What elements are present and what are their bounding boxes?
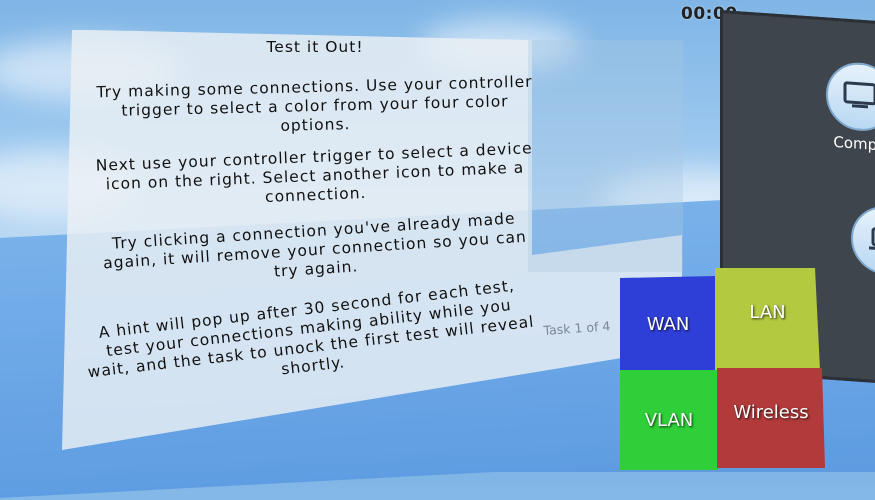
- instructions-title: Test it Out!: [266, 38, 364, 56]
- connection-type-palette: WAN LAN VLAN Wireless: [620, 268, 825, 470]
- connection-lan-button[interactable]: LAN: [715, 268, 820, 370]
- connection-label: WAN: [646, 313, 690, 335]
- computer-icon[interactable]: [826, 60, 875, 134]
- laptop-icon[interactable]: [851, 204, 875, 277]
- connection-wan-button[interactable]: WAN: [620, 276, 716, 372]
- instruction-panel-shade: [528, 40, 683, 272]
- device-computer[interactable]: Compu: [826, 60, 875, 155]
- device-laptop[interactable]: La: [851, 204, 875, 299]
- device-label: Compu: [833, 132, 875, 155]
- connection-label: VLAN: [644, 409, 694, 431]
- connection-label: Wireless: [733, 401, 809, 423]
- connection-wireless-button[interactable]: Wireless: [717, 368, 825, 468]
- connection-vlan-button[interactable]: VLAN: [620, 370, 718, 470]
- instructions-paragraph-1: Try making some connections. Use your co…: [79, 72, 550, 140]
- connection-label: LAN: [749, 301, 786, 323]
